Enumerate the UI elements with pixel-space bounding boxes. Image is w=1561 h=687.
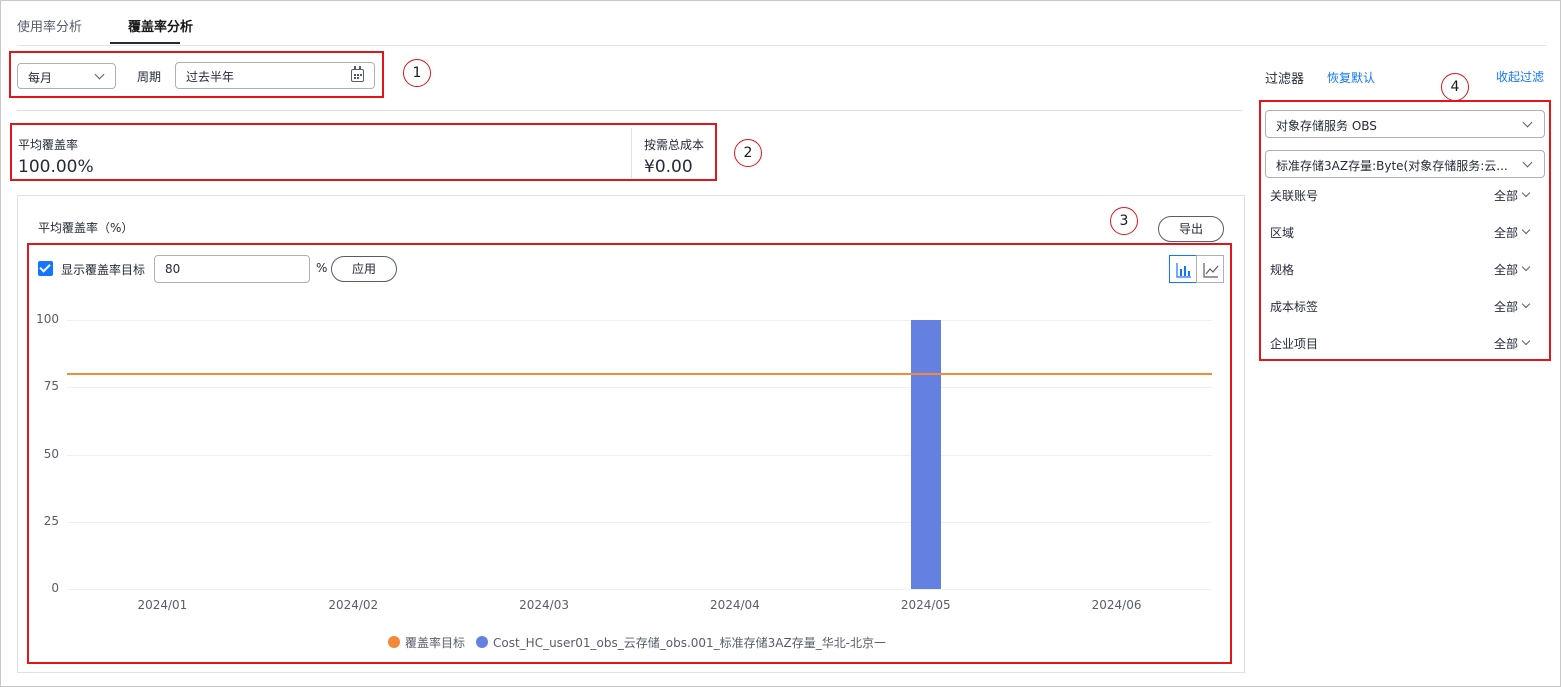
- legend-series-label: Cost_HC_user01_obs_云存储_obs.001_标准存储3AZ存量…: [493, 636, 887, 650]
- usage-type-select-value: 标准存储3AZ存量:Byte(对象存储服务:云...: [1276, 159, 1508, 173]
- callout-number-3: 3: [1110, 207, 1138, 235]
- filter-row-label: 规格: [1270, 263, 1295, 277]
- bar-chart-toggle[interactable]: [1169, 255, 1197, 283]
- callout-number-1: 1: [403, 59, 431, 87]
- filter-row-value: 全部: [1494, 226, 1519, 240]
- legend-series-dot: [476, 636, 488, 648]
- usage-type-select[interactable]: 标准存储3AZ存量:Byte(对象存储服务:云...: [1265, 150, 1545, 178]
- collapse-filter-link[interactable]: 收起过滤: [1496, 68, 1544, 85]
- filter-row-value: 全部: [1494, 300, 1519, 314]
- line-chart-icon: [1203, 263, 1219, 278]
- callout-box-3: [27, 243, 1232, 664]
- filter-row-label: 关联账号: [1270, 189, 1319, 203]
- filter-row-label: 企业项目: [1270, 337, 1319, 351]
- legend-target-dot: [388, 636, 400, 648]
- chart-title: 平均覆盖率（%）: [38, 221, 134, 235]
- callout-box-2: [10, 123, 717, 181]
- y-tick-label: 50: [43, 446, 59, 461]
- callout-number-2: 2: [734, 139, 762, 167]
- x-tick-label: 2024/03: [519, 598, 569, 612]
- y-tick-label: 25: [43, 513, 59, 528]
- filter-row-label: 区域: [1270, 226, 1295, 240]
- active-tab-indicator: [110, 42, 180, 44]
- target-rate-input[interactable]: [154, 255, 310, 283]
- gridline: [67, 589, 1212, 590]
- filter-row-label: 成本标签: [1270, 300, 1319, 314]
- export-button[interactable]: 导出: [1158, 216, 1224, 242]
- callout-box-1: [9, 51, 384, 98]
- chevron-down-icon: [1522, 117, 1533, 128]
- x-tick-label: 2024/01: [137, 598, 188, 612]
- y-tick-label: 75: [43, 379, 59, 394]
- x-tick-label: 2024/02: [328, 598, 379, 612]
- target-line: [67, 372, 1212, 375]
- line-chart-toggle[interactable]: [1196, 255, 1224, 283]
- gridline: [67, 454, 1212, 456]
- filter-row-value: 全部: [1494, 263, 1519, 277]
- percent-sign: %: [316, 261, 328, 275]
- tab-coverage-analysis[interactable]: 覆盖率分析: [128, 16, 193, 35]
- x-tick-label: 2024/04: [709, 598, 760, 612]
- chevron-down-icon: [1522, 157, 1533, 168]
- filter-row-value: 全部: [1494, 189, 1519, 203]
- show-target-label: 显示覆盖率目标: [61, 263, 146, 277]
- service-select[interactable]: 对象存储服务 OBS: [1265, 110, 1545, 138]
- divider: [17, 110, 1242, 111]
- gridline: [67, 387, 1212, 389]
- show-target-checkbox[interactable]: [38, 261, 53, 276]
- tab-bar: 使用率分析 覆盖率分析: [17, 0, 1547, 46]
- legend-target-label: 覆盖率目标: [405, 636, 466, 650]
- service-select-value: 对象存储服务 OBS: [1276, 119, 1377, 133]
- callout-number-4: 4: [1441, 73, 1469, 101]
- bar[interactable]: [910, 320, 941, 589]
- apply-button[interactable]: 应用: [331, 256, 397, 282]
- tab-usage-analysis[interactable]: 使用率分析: [17, 16, 82, 35]
- gridline: [67, 521, 1212, 523]
- filter-title: 过滤器: [1265, 72, 1305, 87]
- y-tick-label: 0: [51, 581, 59, 595]
- gridline: [67, 320, 1212, 321]
- x-tick-label: 2024/06: [1091, 598, 1142, 612]
- y-tick-label: 100: [36, 312, 59, 326]
- x-tick-label: 2024/05: [900, 598, 951, 612]
- bar-chart-icon: [1176, 263, 1191, 278]
- filter-row-value: 全部: [1494, 337, 1519, 351]
- reset-default-link[interactable]: 恢复默认: [1327, 69, 1375, 86]
